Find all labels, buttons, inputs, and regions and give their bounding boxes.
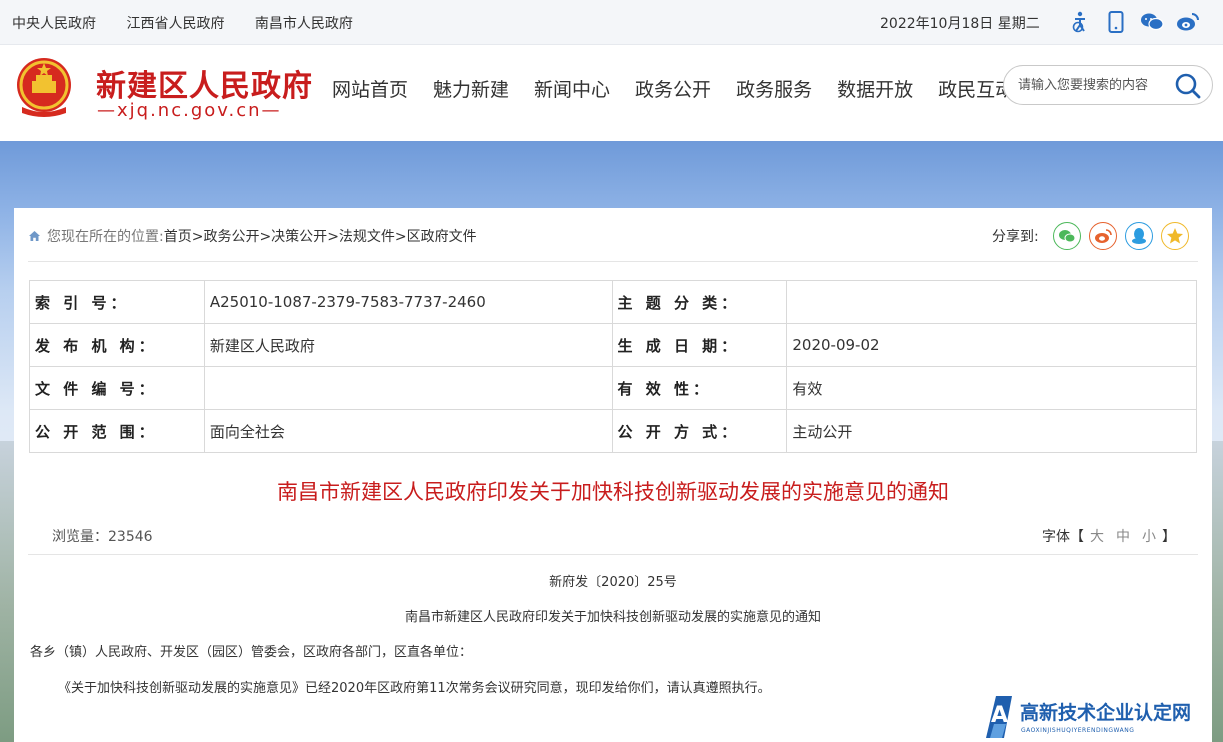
breadcrumb-home[interactable]: 首页 — [164, 226, 192, 246]
share-label: 分享到: — [992, 229, 1039, 245]
validity-value: 有效 — [786, 366, 1197, 410]
watermark: A 高新技术企业认定网 GAOXINJISHUQIYERENDINGWANG — [980, 692, 1223, 742]
document-number: 新府发〔2020〕25号 — [549, 575, 677, 590]
document-subtitle: 南昌市新建区人民政府印发关于加快科技创新驱动发展的实施意见的通知 — [404, 610, 821, 625]
disclosure-method-value: 主动公开 — [786, 409, 1197, 453]
national-emblem-icon — [12, 55, 76, 121]
nav-open-data[interactable]: 数据开放 — [837, 75, 913, 102]
created-date-label: 生 成 日 期： — [611, 323, 788, 367]
disclosure-scope-label: 公 开 范 围： — [29, 409, 205, 453]
top-links: 中央人民政府 江西省人民政府 南昌市人民政府 — [12, 13, 379, 33]
share-wechat-icon[interactable] — [1052, 222, 1081, 250]
mobile-icon[interactable] — [1104, 10, 1128, 34]
table-row: 索 引 号： A25010-1087-2379-7583-7737-2460 主… — [29, 280, 1197, 324]
main-nav: 网站首页 魅力新建 新闻中心 政务公开 政务服务 数据开放 政民互动 — [332, 75, 1039, 102]
nav-home[interactable]: 网站首页 — [332, 75, 408, 102]
font-size-selector: 字体【大中小】 — [1042, 526, 1176, 546]
watermark-logo-icon: A — [982, 694, 1016, 740]
document-metadata-table: 索 引 号： A25010-1087-2379-7583-7737-2460 主… — [29, 280, 1197, 453]
view-count: 浏览量：23546 — [52, 526, 153, 546]
search-icon[interactable] — [1174, 72, 1202, 100]
file-number-value — [203, 366, 613, 410]
link-central-government[interactable]: 中央人民政府 — [12, 16, 96, 32]
index-number-value: A25010-1087-2379-7583-7737-2460 — [203, 280, 613, 324]
breadcrumb-district-documents[interactable]: >区政府文件 — [395, 226, 477, 246]
svg-text:A: A — [991, 703, 1008, 728]
nav-government-services[interactable]: 政务服务 — [736, 75, 812, 102]
issuing-agency-label: 发 布 机 构： — [29, 323, 205, 367]
top-icons — [1068, 10, 1200, 34]
created-date-value: 2020-09-02 — [786, 323, 1197, 367]
top-bar: 中央人民政府 江西省人民政府 南昌市人民政府 2022年10月18日 星期二 — [0, 0, 1223, 45]
watermark-title: 高新技术企业认定网 — [1020, 702, 1192, 724]
validity-label: 有 效 性： — [611, 366, 788, 410]
body-paragraph: 《关于加快科技创新驱动发展的实施意见》已经2020年区政府第11次常务会议研究同… — [58, 681, 771, 696]
disclosure-method-label: 公 开 方 式： — [611, 409, 788, 453]
font-size-large[interactable]: 大 — [1090, 529, 1104, 545]
font-size-end: 】 — [1162, 529, 1176, 545]
divider — [28, 554, 1198, 555]
divider — [28, 261, 1198, 262]
views-value: 23546 — [108, 529, 153, 545]
disclosure-scope-value: 面向全社会 — [203, 409, 613, 453]
breadcrumb-decision-disclosure[interactable]: >决策公开 — [259, 226, 327, 246]
weibo-icon[interactable] — [1176, 10, 1200, 34]
index-number-label: 索 引 号： — [29, 280, 205, 324]
views-label: 浏览量： — [52, 529, 108, 545]
site-url: —xjq.nc.gov.cn— — [97, 100, 282, 121]
article-card: 您现在所在的位置: 首页 >政务公开 >决策公开 >法规文件 >区政府文件 分享… — [14, 208, 1212, 742]
share-qzone-icon[interactable] — [1160, 222, 1189, 250]
font-size-label: 字体【 — [1042, 529, 1084, 545]
topic-category-value — [786, 280, 1197, 324]
accessibility-icon[interactable] — [1068, 10, 1092, 34]
site-header: 新建区人民政府 —xjq.nc.gov.cn— 网站首页 魅力新建 新闻中心 政… — [0, 45, 1223, 141]
breadcrumb-government-affairs[interactable]: >政务公开 — [192, 226, 260, 246]
article-title: 南昌市新建区人民政府印发关于加快科技创新驱动发展的实施意见的通知 — [277, 480, 949, 504]
breadcrumb: 您现在所在的位置: 首页 >政务公开 >决策公开 >法规文件 >区政府文件 — [28, 226, 477, 246]
nav-charm-xinjian[interactable]: 魅力新建 — [433, 75, 509, 102]
site-name: 新建区人民政府 — [96, 69, 313, 104]
current-date: 2022年10月18日 星期二 — [880, 16, 1040, 32]
breadcrumb-prefix: 您现在所在的位置: — [47, 229, 164, 245]
search-box — [1003, 65, 1213, 105]
link-nanchang-government[interactable]: 南昌市人民政府 — [255, 16, 353, 32]
topic-category-label: 主 题 分 类： — [611, 280, 788, 324]
search-input[interactable] — [1018, 75, 1168, 95]
font-size-medium[interactable]: 中 — [1116, 529, 1130, 545]
table-row: 发 布 机 构： 新建区人民政府 生 成 日 期： 2020-09-02 — [29, 323, 1197, 367]
nav-news-center[interactable]: 新闻中心 — [534, 75, 610, 102]
share-qq-icon[interactable] — [1124, 222, 1153, 250]
watermark-subtitle: GAOXINJISHUQIYERENDINGWANG — [1021, 727, 1135, 734]
table-row: 公 开 范 围： 面向全社会 公 开 方 式： 主动公开 — [29, 409, 1197, 453]
share-weibo-icon[interactable] — [1088, 222, 1117, 250]
home-icon — [28, 230, 41, 242]
link-jiangxi-government[interactable]: 江西省人民政府 — [126, 16, 224, 32]
wechat-icon[interactable] — [1140, 10, 1164, 34]
share-bar: 分享到: — [992, 222, 1197, 250]
body-paragraph: 各乡（镇）人民政府、开发区（园区）管委会，区政府各部门，区直各单位： — [30, 645, 473, 660]
file-number-label: 文 件 编 号： — [29, 366, 205, 410]
table-row: 文 件 编 号： 有 效 性： 有效 — [29, 366, 1197, 410]
nav-government-affairs[interactable]: 政务公开 — [635, 75, 711, 102]
issuing-agency-value: 新建区人民政府 — [203, 323, 613, 367]
font-size-small[interactable]: 小 — [1142, 529, 1156, 545]
breadcrumb-regulations[interactable]: >法规文件 — [327, 226, 395, 246]
